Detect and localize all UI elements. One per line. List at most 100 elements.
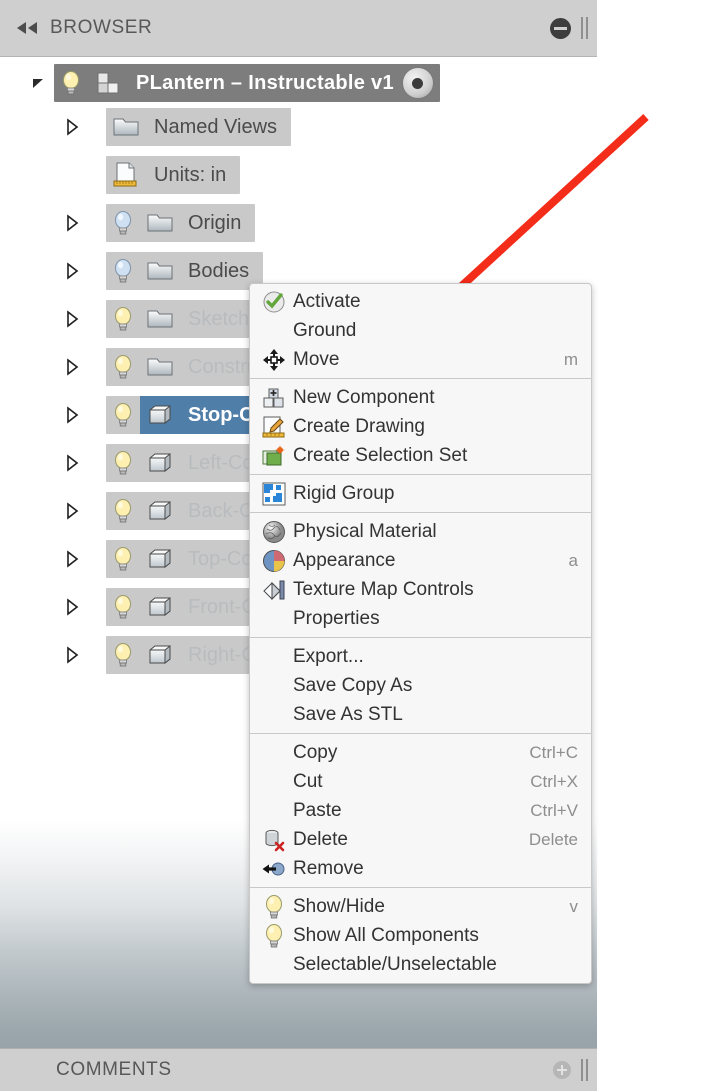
lightbulb-on-icon[interactable] — [106, 540, 140, 578]
triangle-right-icon[interactable] — [62, 405, 82, 425]
double-chevron-left-icon[interactable] — [12, 15, 44, 41]
tree-item-row[interactable]: Origin — [62, 204, 256, 242]
menu-item-label: Show All Components — [293, 924, 479, 946]
menu-item-label: Remove — [293, 857, 364, 879]
menu-item[interactable]: Remove — [250, 854, 591, 883]
menu-item[interactable]: Copy Ctrl+C — [250, 738, 591, 767]
menu-item[interactable]: New Component — [250, 383, 591, 412]
folder-icon — [140, 348, 180, 386]
menu-separator — [250, 378, 591, 379]
comments-panel-header: COMMENTS — [0, 1048, 597, 1091]
green-check-circle-icon — [258, 287, 290, 316]
lightbulb-blue-icon[interactable] — [106, 204, 140, 242]
body-icon — [140, 492, 180, 530]
twisty-placeholder — [62, 165, 82, 185]
remove-arrow-icon — [258, 854, 290, 883]
menu-item[interactable]: Export... — [250, 642, 591, 671]
menu-item-label: Save Copy As — [293, 674, 413, 696]
minus-circle-icon[interactable] — [550, 17, 571, 39]
menu-item[interactable]: Selectable/Unselectable — [250, 950, 591, 979]
tree-item-row[interactable]: Named Views — [62, 108, 292, 146]
triangle-right-icon[interactable] — [62, 549, 82, 569]
lightbulb-on-icon[interactable] — [106, 492, 140, 530]
appearance-pie-icon — [258, 546, 290, 575]
tree-root-body[interactable]: PLantern – Instructable v1 — [54, 64, 440, 102]
menu-item[interactable]: Show All Components — [250, 921, 591, 950]
outside-panel-area — [597, 0, 708, 1090]
menu-item[interactable]: Create Selection Set — [250, 441, 591, 470]
triangle-right-icon[interactable] — [62, 261, 82, 281]
tree-item-body[interactable]: Origin — [106, 204, 256, 242]
triangle-right-icon[interactable] — [62, 597, 82, 617]
browser-panel-header: BROWSER — [0, 0, 597, 57]
triangle-right-icon[interactable] — [62, 309, 82, 329]
tree-root-row[interactable]: PLantern – Instructable v1 — [28, 64, 440, 102]
triangle-right-icon[interactable] — [62, 501, 82, 521]
tree-item-body[interactable]: Units: in — [106, 156, 241, 194]
menu-item[interactable]: Appearance a — [250, 546, 591, 575]
triangle-right-icon[interactable] — [62, 645, 82, 665]
menu-icon-placeholder — [258, 642, 290, 671]
folder-icon — [140, 252, 180, 290]
lightbulb-on-icon[interactable] — [106, 348, 140, 386]
radio-selected-icon[interactable] — [401, 67, 434, 99]
comments-label: COMMENTS — [56, 1059, 172, 1080]
tree-item-body[interactable]: Named Views — [106, 108, 292, 146]
lightbulb-on-icon[interactable] — [106, 396, 140, 434]
triangle-down-icon[interactable] — [28, 73, 48, 93]
tree-item-label: Named Views — [154, 115, 278, 138]
menu-separator — [250, 733, 591, 734]
assembly-icon — [88, 64, 128, 102]
body-icon — [140, 636, 180, 674]
tree-item-row[interactable]: Units: in — [62, 156, 241, 194]
menu-item[interactable]: Save Copy As — [250, 671, 591, 700]
menu-item[interactable]: Activate — [250, 287, 591, 316]
create-drawing-icon — [258, 412, 290, 441]
menu-item[interactable]: Create Drawing — [250, 412, 591, 441]
lightbulb-blue-icon[interactable] — [106, 252, 140, 290]
menu-item[interactable]: Rigid Group — [250, 479, 591, 508]
menu-item[interactable]: Properties — [250, 604, 591, 633]
tree-item-row[interactable]: Bodies — [62, 252, 264, 290]
menu-icon-placeholder — [258, 950, 290, 979]
tree-item-body[interactable]: Bodies — [106, 252, 264, 290]
triangle-right-icon[interactable] — [62, 357, 82, 377]
menu-item-label: Delete — [293, 828, 348, 850]
drag-grip-icon[interactable] — [581, 15, 589, 41]
menu-item-label: Selectable/Unselectable — [293, 953, 497, 975]
menu-item[interactable]: Physical Material — [250, 517, 591, 546]
menu-item[interactable]: Ground — [250, 316, 591, 345]
menu-item[interactable]: Show/Hide v — [250, 892, 591, 921]
menu-item-label: Rigid Group — [293, 482, 395, 504]
units-doc-icon — [106, 156, 146, 194]
folder-icon — [140, 300, 180, 338]
triangle-right-icon[interactable] — [62, 117, 82, 137]
menu-item-label: Show/Hide — [293, 895, 385, 917]
menu-item-shortcut: m — [563, 349, 578, 369]
lightbulb-on-icon[interactable] — [106, 636, 140, 674]
menu-item[interactable]: Paste Ctrl+V — [250, 796, 591, 825]
menu-item-label: New Component — [293, 386, 435, 408]
menu-item-label: Paste — [293, 799, 342, 821]
plus-circle-icon[interactable] — [553, 1061, 571, 1079]
menu-item-shortcut: a — [568, 550, 578, 570]
lightbulb-on-icon[interactable] — [106, 588, 140, 626]
triangle-right-icon[interactable] — [62, 453, 82, 473]
menu-item[interactable]: Save As STL — [250, 700, 591, 729]
lightbulb-on-icon[interactable] — [106, 444, 140, 482]
menu-item[interactable]: Cut Ctrl+X — [250, 767, 591, 796]
body-icon — [140, 444, 180, 482]
drag-grip-icon[interactable] — [581, 1057, 589, 1083]
lightbulb-on-icon[interactable] — [54, 64, 88, 102]
menu-item-label: Physical Material — [293, 520, 437, 542]
menu-item[interactable]: Texture Map Controls — [250, 575, 591, 604]
menu-item-label: Save As STL — [293, 703, 403, 725]
triangle-right-icon[interactable] — [62, 213, 82, 233]
menu-item-label: Copy — [293, 741, 338, 763]
new-component-icon — [258, 383, 290, 412]
menu-item[interactable]: Delete Delete — [250, 825, 591, 854]
menu-item-label: Appearance — [293, 549, 396, 571]
lightbulb-on-icon[interactable] — [106, 300, 140, 338]
context-menu[interactable]: Activate Ground Move m New Component Create D… — [249, 283, 592, 984]
menu-item[interactable]: Move m — [250, 345, 591, 374]
